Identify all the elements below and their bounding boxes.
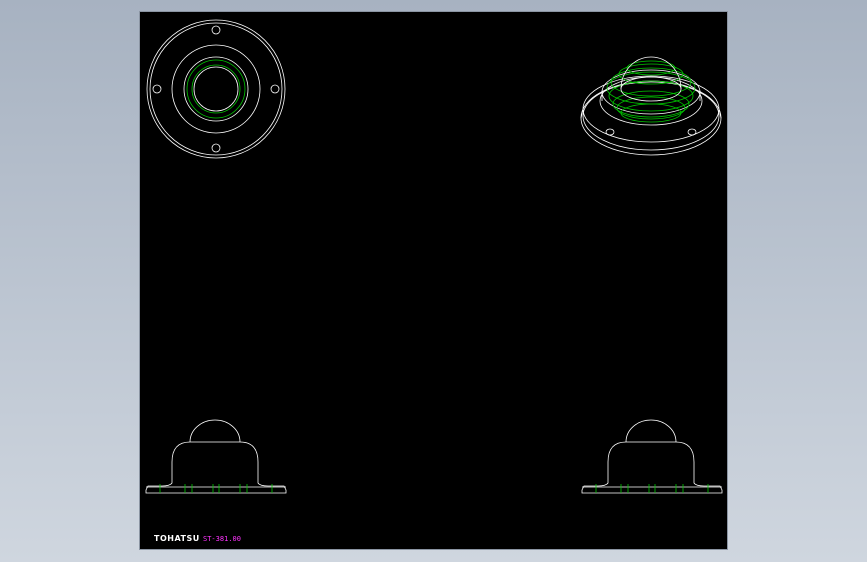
front-elevation-left xyxy=(145,419,287,494)
left-elev-housing-outline xyxy=(145,441,287,494)
front-elevation-right xyxy=(581,419,723,494)
mount-hole-top xyxy=(211,25,221,35)
housing-circle xyxy=(171,44,261,134)
mount-hole-right xyxy=(270,84,280,94)
left-elev-ball-arc xyxy=(189,419,241,443)
flange-outer-circle xyxy=(146,19,286,159)
drawing-sheet: TOHATSU ST-381.00 xyxy=(140,12,727,549)
iso-mount-hole-left xyxy=(605,128,615,136)
right-elev-housing-outline xyxy=(581,441,723,494)
ball-hidden-circle-inner xyxy=(191,64,241,114)
brand-label: TOHATSU xyxy=(154,534,200,543)
ball-hidden-circle-outer xyxy=(186,59,246,119)
ball-circle xyxy=(193,66,239,112)
flange-outer-edge-circle xyxy=(149,22,283,156)
isometric-view xyxy=(580,56,722,156)
mount-hole-bottom xyxy=(211,143,221,153)
iso-mount-hole-right xyxy=(687,128,697,136)
part-number-label: ST-381.00 xyxy=(203,535,241,543)
mount-hole-left xyxy=(152,84,162,94)
top-view xyxy=(146,19,286,159)
right-elev-ball-arc xyxy=(625,419,677,443)
